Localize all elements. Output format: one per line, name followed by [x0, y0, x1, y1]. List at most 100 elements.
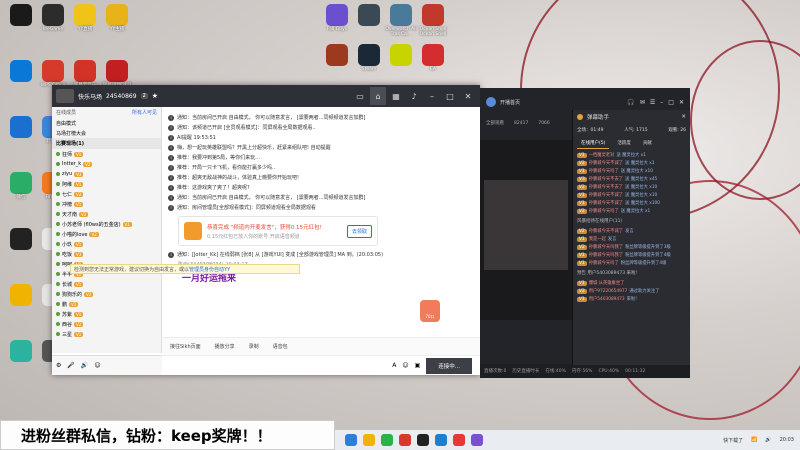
channel-avatar[interactable] [56, 89, 74, 103]
assist-tab[interactable]: 贡献 [639, 138, 656, 149]
member-row[interactable]: ziyu V3 [52, 169, 161, 179]
danmu-user[interactable]: 孙鹏城今天不去了 [589, 184, 623, 190]
desktop-icon[interactable]: WeGame [36, 4, 70, 33]
desktop-icon[interactable] [4, 60, 38, 84]
grid-icon[interactable]: ▦ [388, 87, 404, 105]
danmu-user[interactable]: 孙鹏城今天吗我了 [589, 252, 623, 258]
desktop-icon[interactable]: YY主播 [100, 4, 134, 33]
member-row[interactable]: 七仁 V2 [52, 189, 161, 199]
danmu-user[interactable]: 孙鹏城今天吗了 [589, 168, 619, 174]
desktop-icon[interactable] [4, 4, 38, 28]
connect-button[interactable]: 连接中... [426, 357, 472, 374]
members-link[interactable]: 所有人可见 [132, 109, 157, 116]
danmu-user[interactable]: 孙鹏城今天吗我了 [589, 244, 623, 250]
member-row[interactable]: 狗狗乐的 V2 [52, 289, 161, 299]
settings-icon[interactable]: ⚙ [56, 362, 61, 369]
danmu-user[interactable]: 孙鹏城今天不减了 [589, 228, 623, 234]
danmu-user[interactable]: 孙鹏城今天不减了 [589, 200, 623, 206]
desktop-icon[interactable]: 微信 [4, 172, 38, 201]
maximize-icon[interactable]: □ [442, 87, 458, 105]
mic-icon[interactable]: 🎤 [67, 362, 74, 369]
member-row[interactable]: Intter_k V2 [52, 159, 161, 169]
footer-item[interactable]: 接往Sikh页面 [170, 343, 201, 350]
close-icon[interactable]: ✕ [681, 114, 686, 120]
stream-title[interactable]: 开播首页 [500, 99, 520, 106]
assist-tab[interactable]: 活跃度 [613, 138, 635, 149]
desktop-icon[interactable] [320, 44, 354, 68]
emoji-icon[interactable]: ☺ [94, 362, 100, 369]
taskbar-app-icon[interactable] [363, 434, 375, 446]
member-row[interactable]: 鹏 V1 [52, 299, 161, 309]
star-icon[interactable]: ★ [152, 92, 158, 100]
volume-icon[interactable]: 🔊 [765, 437, 771, 443]
wifi-icon[interactable]: 📶 [751, 437, 757, 443]
taskbar-app-icon[interactable] [381, 434, 393, 446]
danmu-user[interactable]: 孙鹏城今天不去了 [589, 176, 623, 182]
font-icon[interactable]: A [392, 362, 396, 369]
member-row[interactable]: 长城 V1 [52, 279, 161, 289]
footer-item[interactable]: 播放分享 [215, 343, 235, 350]
minimize-icon[interactable]: – [660, 99, 663, 106]
group-name[interactable]: 马场打榜大会 [52, 128, 161, 138]
danmu-user[interactable]: 孙鹏城今天不减了 [589, 160, 623, 166]
danmu-user[interactable]: 孙鹏城今天吗了 [589, 260, 619, 266]
mini-tab-1[interactable]: 全部观看 [486, 120, 504, 126]
desktop-icon[interactable] [4, 284, 38, 308]
taskbar-app-icon[interactable] [417, 434, 429, 446]
headset-icon[interactable]: 🎧 [627, 99, 634, 106]
desktop-icon[interactable]: Fall Guys [320, 4, 354, 33]
taskbar-app-icon[interactable] [453, 434, 465, 446]
footer-item[interactable]: 录制 [249, 343, 259, 350]
member-row[interactable]: 小玖 V1 [52, 239, 161, 249]
taskbar-app-icon[interactable] [471, 434, 483, 446]
note-icon[interactable]: ♪ [406, 87, 422, 105]
maximize-icon[interactable]: □ [668, 99, 674, 106]
close-icon[interactable]: ✕ [679, 99, 684, 106]
taskbar-app-icon[interactable] [435, 434, 447, 446]
desktop-icon[interactable]: EA [416, 44, 450, 73]
danmu-user[interactable]: 孙鹏城今天不减了 [589, 192, 623, 198]
member-row[interactable]: 小苏老师 (fl0ws的五金店) V1 [52, 219, 161, 229]
desktop-icon[interactable] [4, 116, 38, 140]
notice-link[interactable]: 管理员身份自动YY [189, 266, 230, 273]
message-icon[interactable]: ✉ [640, 99, 645, 106]
desktop-icon[interactable]: Overwatch All Tras Ca... [384, 4, 418, 38]
desktop-icon[interactable] [4, 340, 38, 364]
screen-icon[interactable]: ▭ [352, 87, 368, 105]
taskbar-app-icon[interactable] [399, 434, 411, 446]
danmu-user[interactable]: 爆城 从英雄乘坐了 [589, 280, 625, 286]
tray-text[interactable]: 快下载了 [723, 437, 743, 444]
member-row[interactable]: 狂师 V1 [52, 149, 161, 159]
claim-button[interactable]: 去领取 [346, 224, 372, 238]
member-row[interactable]: 天才南 V2 [52, 209, 161, 219]
danmu-user[interactable]: 用户5403089473 [589, 296, 625, 302]
menu-icon[interactable]: ☰ [650, 99, 655, 106]
member-row[interactable]: 吃饭 V3 [52, 249, 161, 259]
volume-icon[interactable]: 🔊 [81, 362, 88, 369]
desktop-icon[interactable] [4, 228, 38, 252]
section-name[interactable]: 自由模式 [52, 118, 161, 128]
member-row[interactable]: 苏紫 V1 [52, 309, 161, 319]
member-row[interactable]: 小喵的love V2 [52, 229, 161, 239]
desktop-icon[interactable]: Ocean Shell Ocean Shell [416, 4, 450, 38]
close-icon[interactable]: ✕ [460, 87, 476, 105]
desktop-icon[interactable]: YY直播 [68, 4, 102, 33]
danmu-user[interactable]: 一档魔灵老对 [589, 152, 615, 158]
desktop-icon[interactable] [384, 44, 418, 68]
member-row[interactable]: 三星 V1 [52, 329, 161, 339]
home-icon[interactable]: ⌂ [370, 87, 386, 105]
danmu-user[interactable]: 我是一起 [589, 236, 606, 242]
member-row[interactable]: 西谷 V2 [52, 319, 161, 329]
taskbar-app-icon[interactable] [345, 434, 357, 446]
desktop-icon[interactable] [352, 4, 386, 28]
danmu-user[interactable]: 孙鹏城今天吗了 [589, 208, 619, 214]
desktop-icon[interactable]: Steam [352, 44, 386, 73]
clock[interactable]: 20:03 [780, 437, 794, 443]
danmu-user[interactable]: 用户97220654977 [589, 288, 628, 294]
minimize-icon[interactable]: – [424, 87, 440, 105]
assist-tab[interactable]: 在线用户(5) [577, 138, 610, 149]
footer-item[interactable]: 语音包 [273, 343, 288, 350]
member-row[interactable]: 冲榜 V1 [52, 199, 161, 209]
emoji-icon[interactable]: ☺ [402, 362, 408, 369]
gift-box-icon[interactable]: 70口 [420, 300, 440, 322]
